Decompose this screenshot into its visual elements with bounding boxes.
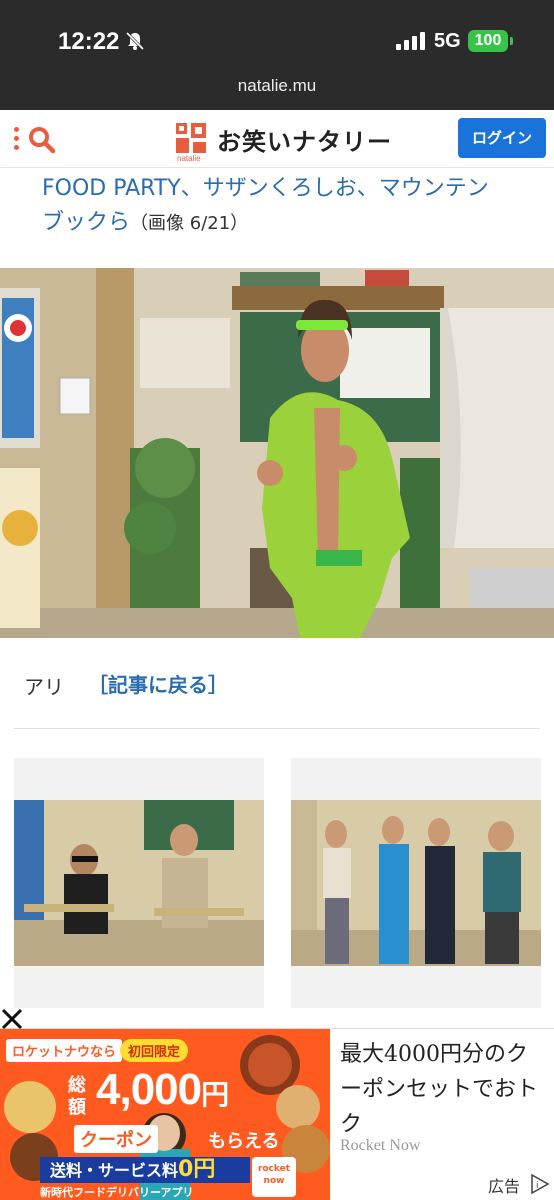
hero-photo[interactable] <box>0 268 554 638</box>
site-logo[interactable]: natalie お笑いナタリー <box>173 120 393 163</box>
bell-muted-icon <box>125 31 145 51</box>
ad-brand[interactable]: Rocket Now <box>340 1137 420 1155</box>
status-bar: 12:22 5G 100 natalie.mu <box>0 0 554 110</box>
natalie-logo-icon <box>176 123 206 153</box>
ad-info-icon[interactable]: i <box>528 1173 550 1195</box>
ad-banner-total: 総額 <box>68 1075 86 1118</box>
battery-indicator: 100 <box>468 30 513 52</box>
cellular-signal-icon <box>396 32 425 50</box>
search-icon[interactable] <box>26 124 58 156</box>
divider <box>14 728 540 729</box>
ad-label: 広告 <box>488 1177 521 1196</box>
network-type: 5G <box>434 30 461 52</box>
ad-banner-fee: 送料・サービス料0円 <box>40 1157 250 1183</box>
status-time: 12:22 <box>58 28 120 55</box>
thumbnail-card[interactable] <box>14 758 264 1008</box>
ad-banner-limited: 初回限定 <box>120 1039 189 1062</box>
svg-text:i: i <box>536 1181 539 1191</box>
image-counter: （画像 6/21） <box>130 213 249 234</box>
logo-text: お笑いナタリー <box>217 128 392 156</box>
ad-image[interactable]: ロケットナウなら 初回限定 総額 4,000円 クーポン もらえる 送料・サービ… <box>0 1029 330 1200</box>
article-title[interactable]: FOOD PARTY、サザンくろしお、マウンテン ブックら（画像 6/21） <box>42 172 532 241</box>
thumbnail-photo <box>14 800 264 966</box>
close-icon[interactable] <box>0 1007 24 1031</box>
title-line-1[interactable]: FOOD PARTY、サザンくろしお、マウンテン <box>42 176 489 201</box>
ad-banner-amount: 4,000円 <box>96 1065 229 1114</box>
back-to-article-link[interactable]: ［記事に戻る］ <box>88 669 228 698</box>
ad-headline[interactable]: 最大4000円分のクーポンセットでおトク <box>340 1037 545 1142</box>
rocket-now-logo: rocket now <box>252 1157 296 1197</box>
menu-icon[interactable] <box>14 127 20 155</box>
address-bar[interactable]: natalie.mu <box>0 76 554 96</box>
image-caption: アリ <box>24 675 64 699</box>
login-button[interactable]: ログイン <box>458 118 546 158</box>
title-line-2[interactable]: ブックら <box>42 210 130 235</box>
thumbnail-photo <box>291 800 541 966</box>
logo-subtext: natalie <box>177 154 201 163</box>
ad-banner-coupon: クーポン <box>74 1125 158 1153</box>
ad-banner-container[interactable]: ロケットナウなら 初回限定 総額 4,000円 クーポン もらえる 送料・サービ… <box>0 1008 554 1200</box>
ad-banner-get: もらえる <box>208 1131 280 1152</box>
ad-banner-footer: 新時代フードデリバリーアプリ <box>40 1186 194 1199</box>
thumbnail-card[interactable] <box>291 758 541 1008</box>
ad-banner-tag: ロケットナウなら <box>6 1039 123 1062</box>
site-header: natalie お笑いナタリー ログイン <box>0 110 554 168</box>
